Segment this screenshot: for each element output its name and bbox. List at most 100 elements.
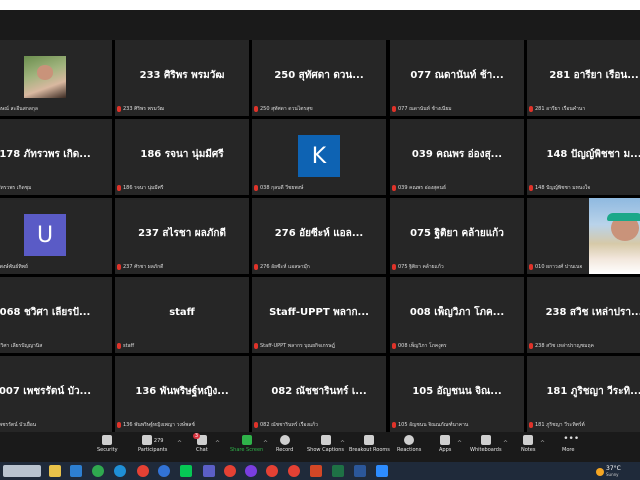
participant-tile[interactable]: 077 ณดานันท์ ช้า... 077 ณดานันท์ ช้างเนีย…	[390, 40, 524, 116]
participant-tile[interactable]: 010 ผกาวงศ์ ปานเนจ	[527, 198, 640, 274]
participant-label: 233 ศิริพร พรมวัฒ	[117, 104, 164, 114]
chrome-icon-3[interactable]	[266, 465, 278, 477]
shield-icon	[102, 435, 113, 445]
excel-icon[interactable]	[332, 465, 344, 477]
participant-tile[interactable]: 250 สุทัศดา ดวน... 250 สุทัศดา ดวนไตรสุข	[252, 40, 386, 116]
participant-name-title: 077 ณดานันท์ ช้า...	[410, 70, 504, 81]
muted-mic-icon	[254, 264, 258, 270]
participant-label-text: 007 เพชรรัตน์ บัวเยื่อน	[0, 422, 37, 428]
meeting-toolbar: Security 279 Participants ^ 3 Chat ^ Sha…	[0, 432, 640, 462]
security-button[interactable]: Security	[97, 435, 118, 461]
apps-button[interactable]: Apps	[439, 435, 451, 461]
breakout-rooms-button[interactable]: Breakout Rooms	[349, 435, 390, 461]
taskbar-thumbnail[interactable]	[3, 465, 41, 477]
chat-label: Chat	[196, 447, 208, 453]
participant-tile[interactable]: 136 พันพริษฐ์หญิง... 136 พันพริษฐ์หญิงเพญ…	[115, 356, 249, 432]
show-captions-button[interactable]: Show Captions	[307, 435, 344, 461]
participant-name-title: staff	[169, 307, 195, 318]
participant-name-title: Staff-UPPT พลาก...	[269, 307, 369, 318]
muted-mic-icon	[117, 343, 121, 349]
captions-label: Show Captions	[307, 447, 344, 453]
participant-label-text: 238 สวิช เหล่าปราญชมฤค	[535, 343, 594, 349]
participant-tile[interactable]: 068 ชวิศา เลียรปั... 068 ชวิศา เลียรปัญญา…	[0, 277, 112, 353]
participant-name-title: 250 สุทัศดา ดวน...	[274, 70, 364, 81]
participant-name-title: 186 รจนา นุ่มมีศรี	[140, 149, 224, 160]
record-button[interactable]: Record	[276, 435, 293, 461]
line-icon[interactable]	[180, 465, 192, 477]
apps-caret-icon[interactable]: ^	[457, 440, 462, 447]
participant-tile[interactable]: 039 คณพร อ่องสุ... 039 คณพร อ่องสุคนธ์	[390, 119, 524, 195]
gallery-view-grid: ศาภัสรษณ์ สะอีนสกลกุล233 ศิริพร พรมวัฒ23…	[0, 40, 640, 432]
record-label: Record	[276, 447, 294, 453]
participant-avatar: K	[298, 135, 340, 177]
participant-tile[interactable]: K 038 กุลบดี วีชยพงษ์	[252, 119, 386, 195]
participant-label: Staff-UPPT พลากร บุณยกิจเกรษฎ์	[254, 341, 335, 351]
participant-tile[interactable]: 008 เพ็ญวิภา โภค... 008 เพ็ญวิภา โภคงูตร	[390, 277, 524, 353]
mail-icon[interactable]	[70, 465, 82, 477]
participant-tile[interactable]: 238 สวิช เหล่าปรา... 238 สวิช เหล่าปราญชม…	[527, 277, 640, 353]
participant-name-title: 148 ปัญญ์พิชชา ม...	[546, 149, 640, 160]
participant-tile[interactable]: Staff-UPPT พลาก... Staff-UPPT พลากร บุณยก…	[252, 277, 386, 353]
participant-label-text: 010 ผกาวงศ์ ปานเนจ	[535, 264, 583, 270]
teams-icon[interactable]	[203, 465, 215, 477]
participant-tile[interactable]: 276 อัยซีะห์ แอล... 276 อัยซีะห์ แอลษามุ๊…	[252, 198, 386, 274]
participant-tile[interactable]: 181 ภูริชญา วีระทิ... 181 ภูริชญา วีระทิศ…	[527, 356, 640, 432]
chrome-icon[interactable]	[137, 465, 149, 477]
participant-tile[interactable]: 007 เพชรรัตน์ บัว... 007 เพชรรัตน์ บัวเยื…	[0, 356, 112, 432]
edge-browser-icon[interactable]	[114, 465, 126, 477]
participant-name-title: 136 พันพริษฐ์หญิง...	[135, 386, 229, 397]
participant-tile[interactable]: 281 อารียา เรือน... 281 อารียา เรือนคำนา	[527, 40, 640, 116]
participant-label-text: 250 สุทัศดา ดวนไตรสุข	[260, 106, 313, 112]
chat-caret-icon[interactable]: ^	[215, 440, 220, 447]
word-icon[interactable]	[354, 465, 366, 477]
captions-caret-icon[interactable]: ^	[340, 440, 345, 447]
participant-tile[interactable]: ศาภัสรษณ์ สะอีนสกลกุล	[0, 40, 112, 116]
participant-tile[interactable]: staff staff	[115, 277, 249, 353]
participant-label: 010 ผกาวงศ์ ปานเนจ	[529, 262, 582, 272]
whiteboards-button[interactable]: Whiteboards	[470, 435, 502, 461]
participant-tile[interactable]: 075 ฐิติยา คล้ายแก้ว 075 ฐิติยา คล้ายแก้ว	[390, 198, 524, 274]
participant-tile[interactable]: 082 ณัชชารินทร์ เ... 082 ณัชชารินทร์ เรือ…	[252, 356, 386, 432]
participant-label-text: 008 เพ็ญวิภา โภคงูตร	[398, 343, 447, 349]
participant-tile[interactable]: 186 รจนา นุ่มมีศรี 186 รจนา นุ่มมีศรี	[115, 119, 249, 195]
chat-button[interactable]: 3 Chat	[192, 433, 208, 461]
notes-caret-icon[interactable]: ^	[540, 440, 545, 447]
zoom-icon[interactable]	[376, 465, 388, 477]
messenger-icon[interactable]	[245, 465, 257, 477]
participant-label: 136 พันพริษฐ์หญิงเพญา วงษ์พลช์	[117, 420, 195, 430]
participant-tile[interactable]: U ปราพ พงษ์พันธ์ทิพย์	[0, 198, 112, 274]
participant-label: 068 ชวิศา เลียรปัญญานิส	[0, 341, 42, 351]
muted-mic-icon	[392, 106, 396, 112]
app-icon-blue[interactable]	[158, 465, 170, 477]
participant-tile[interactable]: 105 อัญชนน จิณ... 105 อัญชนน จิณณภัณฑ์นาค…	[390, 356, 524, 432]
muted-mic-icon	[529, 264, 533, 270]
share-screen-button[interactable]: Share Screen	[230, 435, 263, 461]
participant-label-text: 237 ศัรชา ผลภักดี	[123, 264, 164, 270]
notes-button[interactable]: Notes	[521, 435, 535, 461]
apps-icon	[440, 435, 451, 445]
participant-avatar: U	[24, 214, 66, 256]
participant-label: 007 เพชรรัตน์ บัวเยื่อน	[0, 420, 36, 430]
participants-caret-icon[interactable]: ^	[177, 440, 182, 447]
participant-tile[interactable]: 148 ปัญญ์พิชชา ม... 148 ปัญญ์พิชชา มหนงใจ	[527, 119, 640, 195]
share-caret-icon[interactable]: ^	[263, 440, 268, 447]
participant-name-title: 181 ภูริชญา วีระทิ...	[546, 386, 640, 397]
weather-widget[interactable]: 37°C Sunny	[596, 466, 621, 478]
chrome-icon-4[interactable]	[288, 465, 300, 477]
file-explorer-icon[interactable]	[49, 465, 61, 477]
sun-icon	[596, 468, 604, 476]
more-button[interactable]: ••• More	[562, 435, 579, 461]
participant-tile[interactable]: 233 ศิริพร พรมวัฒ 233 ศิริพร พรมวัฒ	[115, 40, 249, 116]
participant-tile[interactable]: 178 ภัทรวพร เกิด... 178 ภัทรวพร เกิดชุม	[0, 119, 112, 195]
reactions-button[interactable]: Reactions	[397, 435, 421, 461]
participant-label: staff	[117, 341, 134, 351]
powerpoint-icon[interactable]	[310, 465, 322, 477]
participant-name-title: 068 ชวิศา เลียรปั...	[0, 307, 91, 318]
chrome-icon-2[interactable]	[224, 465, 236, 477]
whiteboards-caret-icon[interactable]: ^	[503, 440, 508, 447]
participant-label: 075 ฐิติยา คล้ายแก้ว	[392, 262, 444, 272]
app-icon-green[interactable]	[92, 465, 104, 477]
participant-tile[interactable]: 237 สไรชา ผลภักดี 237 ศัรชา ผลภักดี	[115, 198, 249, 274]
participant-label: 281 อารียา เรือนคำนา	[529, 104, 585, 114]
participants-button[interactable]: 279 Participants	[138, 435, 167, 461]
